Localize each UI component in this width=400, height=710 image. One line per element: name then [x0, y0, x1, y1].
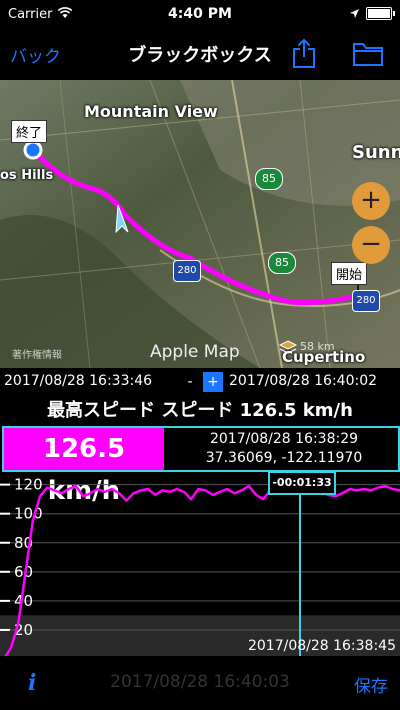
chart-tick-label: 100 — [14, 505, 43, 523]
cursor-time-offset: -00:01:33 — [268, 471, 336, 495]
battery-icon — [366, 7, 395, 20]
save-button[interactable]: 保存 — [354, 672, 388, 697]
end-pin-label[interactable]: 終了 — [11, 120, 48, 143]
bottom-time: 2017/08/28 16:40:03 — [110, 672, 290, 692]
range-end-time: 2017/08/28 16:40:02 — [229, 373, 378, 389]
map-label-mountain-view: Mountain View — [84, 102, 218, 121]
current-coordinates: 37.36069, -122.11970 — [205, 450, 363, 466]
clock: 4:40 PM — [168, 6, 232, 22]
current-info-box: 126.5 km/h 2017/08/28 16:38:29 37.36069,… — [2, 426, 400, 506]
layers-icon[interactable] — [278, 338, 298, 358]
range-minus-button[interactable]: - — [180, 372, 200, 392]
map-attribution: Apple Map — [150, 342, 240, 362]
time-range-bar: 2017/08/28 16:33:46 - + 2017/08/28 16:40… — [0, 370, 400, 394]
map-view[interactable]: Mountain View os Hills Sunn Cupertino 85… — [0, 80, 400, 368]
navigation-bar: バック ブラックボックス — [0, 30, 400, 76]
highway-85-shield-2: 85 — [268, 252, 296, 274]
start-pin-label[interactable]: 開始 — [331, 262, 368, 285]
status-bar: Carrier 4:40 PM — [0, 0, 400, 30]
zoom-out-button[interactable]: − — [352, 226, 390, 264]
end-point-marker — [23, 140, 43, 160]
interstate-280-shield-2: 280 — [352, 290, 380, 312]
map-label-sunnyvale: Sunn — [352, 142, 400, 163]
current-timestamp: 2017/08/28 16:38:29 — [209, 431, 359, 447]
zoom-in-button[interactable]: + — [352, 182, 390, 220]
page-title: ブラックボックス — [128, 45, 272, 66]
max-speed-label: 最高スピード スピード 126.5 km/h — [47, 400, 353, 421]
location-arrow-icon — [350, 9, 359, 18]
map-label-los-hills: os Hills — [0, 168, 54, 183]
chart-cursor-time: 2017/08/28 16:38:45 — [248, 638, 396, 654]
current-speed: 126.5 km/h — [4, 428, 164, 506]
highway-85-shield: 85 — [255, 168, 283, 190]
legal-link[interactable]: 著作権情報 — [12, 346, 62, 361]
folder-icon[interactable] — [353, 42, 383, 66]
range-start-time: 2017/08/28 16:33:46 — [4, 373, 153, 389]
chart-tick-label: 120 — [14, 476, 43, 494]
share-icon[interactable] — [292, 38, 316, 68]
speed-chart[interactable]: 120100806040202017/08/28 16:38:45 — [0, 470, 400, 656]
range-plus-button[interactable]: + — [203, 372, 223, 392]
interstate-280-shield: 280 — [173, 260, 201, 282]
bottom-toolbar: i 2017/08/28 16:40:03 保存 — [0, 656, 400, 710]
map-scale: 58 km — [300, 340, 335, 353]
map-terrain — [0, 80, 400, 368]
